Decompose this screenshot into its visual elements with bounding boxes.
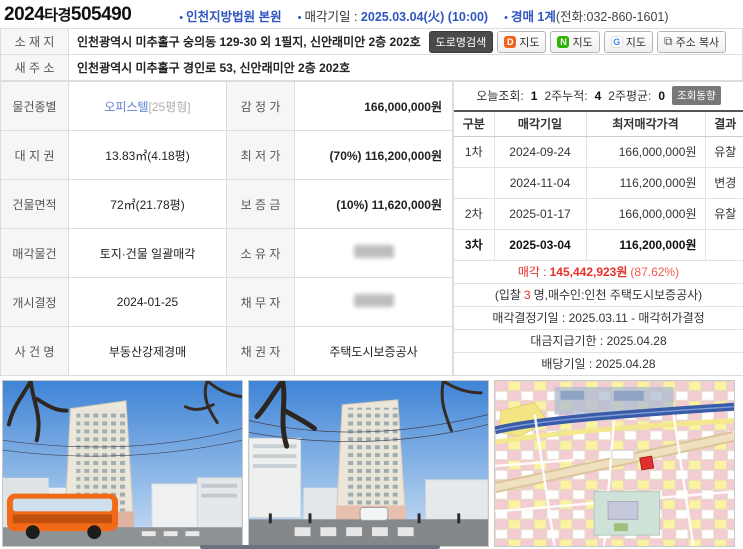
table-row: 건물면적 72㎡(21.78평) 보 증 금 (10%) 11,620,000원 [0, 179, 453, 229]
table-row: 사 건 명 부동산강제경매 채 권 자 주택도시보증공사 [0, 326, 453, 376]
bid-history-row: 1차 2024-09-24 166,000,000원 유찰 [454, 136, 743, 168]
start-decision-label: 개시결정 [0, 277, 69, 327]
creditor-label: 채 권 자 [226, 326, 295, 376]
road-address-row: 새 주 소 인천광역시 미추홀구 경인로 53, 신안래미안 2층 202호 [0, 54, 743, 81]
table-row: 물건종별 오피스텔[25평형] 감 정 가 166,000,000원 [0, 81, 453, 131]
daum-map-icon: D [504, 35, 517, 48]
owner-label: 소 유 자 [226, 228, 295, 278]
property-type-link[interactable]: 오피스텔 [104, 100, 148, 114]
building-photo-1-graphic [3, 381, 242, 546]
page-header: 2024타경505490 • 인천지방법원 본원 • 매각기일 : 2025.03.… [0, 0, 743, 28]
address-table: 소 재 지 인천광역시 미추홀구 숭의동 129-30 외 1필지, 신안래미안… [0, 28, 743, 81]
avg-views-count: 0 [658, 88, 666, 103]
case-name-value: 부동산강제경매 [68, 326, 227, 376]
case-name-label: 사 건 명 [0, 326, 69, 376]
bid-history-row-current: 3차 2025-03-04 116,200,000원 [454, 229, 743, 261]
table-row: 대 지 권 13.83㎡(4.18평) 최 저 가 (70%) 116,200,… [0, 130, 453, 180]
google-map-icon: G [610, 35, 623, 48]
auction-dept: • 경매 1계(전화:032-860-1601) [504, 9, 669, 24]
naver-map-button[interactable]: N 지도 [550, 30, 600, 53]
property-detail-table: 물건종별 오피스텔[25평형] 감 정 가 166,000,000원 대 지 권… [0, 81, 453, 376]
sale-result-price: 145,442,923원 [549, 265, 628, 280]
location-value: 인천광역시 미추홀구 숭의동 129-30 외 1필지, 신안래미안 2층 20… [77, 35, 421, 49]
date-header: 매각기일 [494, 111, 587, 137]
dept-phone: (전화:032-860-1601) [555, 9, 669, 24]
result-header: 결과 [705, 111, 743, 137]
building-exterior-photo-1[interactable] [2, 380, 243, 547]
avg-views-label: 2주평균: [608, 89, 652, 103]
auction-status-panel: 오늘조회: 1 2주누적: 4 2주평균: 0 조회동향 구분 매각기일 최저매각가격… [453, 81, 743, 376]
location-label: 소 재 지 [0, 28, 69, 55]
naver-map-icon: N [557, 35, 570, 48]
auction-result-block: 매각 : 145,442,923원 (87.62%) (입찰 3 명,매수인:인천 … [454, 261, 743, 376]
bid-history-row: 2차 2025-01-17 166,000,000원 유찰 [454, 198, 743, 230]
road-address-label: 새 주 소 [0, 54, 69, 81]
building-photo-2-graphic [249, 381, 488, 546]
bid-history-header-row: 구분 매각기일 최저매각가격 결과 [454, 111, 743, 137]
view-trend-button[interactable]: 조회동향 [672, 86, 721, 105]
bidders-row: (입찰 3 명,매수인:인천 주택도시보증공사) [454, 284, 743, 307]
appraisal-label: 감 정 가 [226, 81, 295, 131]
building-exterior-photo-2[interactable] [248, 380, 489, 547]
case-serial: 505490 [70, 4, 132, 25]
land-right-value: 13.83㎡(4.18평) [68, 130, 227, 180]
copy-icon: ⧉ [663, 34, 673, 48]
case-number: 2024타경505490 [4, 4, 132, 26]
payment-due-row: 대금지급기한 : 2025.04.28 [454, 330, 743, 353]
sale-result-percent: (87.62%) [630, 264, 680, 279]
debtor-redacted [353, 294, 394, 307]
decision-date-row: 매각결정기일 : 2025.03.11 - 매각허가결정 [454, 307, 743, 330]
creditor-value: 주택도시보증공사 [294, 326, 453, 376]
sale-result-label: 매각 : [517, 265, 547, 280]
building-area-label: 건물면적 [0, 179, 69, 229]
road-name-search-button[interactable]: 도로명검색 [428, 30, 494, 53]
land-right-label: 대 지 권 [0, 130, 69, 180]
copy-address-button[interactable]: ⧉ 주소 복사 [656, 30, 727, 53]
sale-object-label: 매각물건 [0, 228, 69, 278]
road-address-value: 인천광역시 미추홀구 경인로 53, 신안래미안 2층 202호 [77, 61, 351, 75]
sale-date-label: 매각기일 : [304, 9, 361, 24]
table-row: 개시결정 2024-01-25 채 무 자 [0, 277, 453, 327]
two-week-views-label: 2주누적: [544, 89, 588, 103]
sale-date: • 매각기일 : 2025.03.04(火) (10:00) [297, 9, 489, 24]
deposit-value: (10%) 11,620,000원 [294, 179, 453, 229]
horizontal-scrollbar-thumb[interactable] [200, 545, 440, 549]
google-map-button[interactable]: G 지도 [603, 30, 653, 53]
table-row: 매각물건 토지·건물 일괄매각 소 유 자 [0, 228, 453, 278]
bidders-count: 3 [523, 287, 531, 302]
sale-date-value: 2025.03.04(火) (10:00) [360, 9, 489, 24]
price-header: 최저매각가격 [586, 111, 706, 137]
case-type: 타경 [44, 7, 71, 24]
start-decision-value: 2024-01-25 [68, 277, 227, 327]
round-header: 구분 [454, 111, 495, 137]
photo-strip [0, 376, 743, 547]
min-price-label: 최 저 가 [226, 130, 295, 180]
cadastral-map-thumbnail[interactable] [494, 380, 735, 547]
today-views-label: 오늘조회: [476, 89, 524, 103]
property-size-type: [25평형] [148, 99, 191, 114]
debtor-label: 채 무 자 [226, 277, 295, 327]
building-area-value: 72㎡(21.78평) [68, 179, 227, 229]
case-year: 2024 [4, 4, 45, 25]
bid-history-row: 2024-11-04 116,200,000원 변경 [454, 167, 743, 199]
today-views-count: 1 [530, 88, 538, 103]
cadastral-map-graphic [495, 381, 734, 546]
owner-redacted [353, 245, 394, 258]
sale-object-value: 토지·건물 일괄매각 [68, 228, 227, 278]
daum-map-button[interactable]: D 지도 [497, 30, 547, 53]
bid-history-table: 구분 매각기일 최저매각가격 결과 1차 2024-09-24 166,000,… [454, 110, 743, 261]
dividend-date-row: 배당기일 : 2025.04.28 [541, 357, 656, 372]
min-price-value: (70%) 116,200,000원 [294, 130, 453, 180]
property-type-label: 물건종별 [0, 81, 69, 131]
view-counter: 오늘조회: 1 2주누적: 4 2주평균: 0 조회동향 [454, 82, 743, 110]
sale-result-row: 매각 : 145,442,923원 (87.62%) [454, 261, 743, 284]
appraisal-value: 166,000,000원 [294, 81, 453, 131]
deposit-label: 보 증 금 [226, 179, 295, 229]
location-row: 소 재 지 인천광역시 미추홀구 숭의동 129-30 외 1필지, 신안래미안… [0, 28, 743, 55]
court-name: • 인천지방법원 본원 [179, 9, 282, 24]
two-week-views-count: 4 [594, 88, 602, 103]
